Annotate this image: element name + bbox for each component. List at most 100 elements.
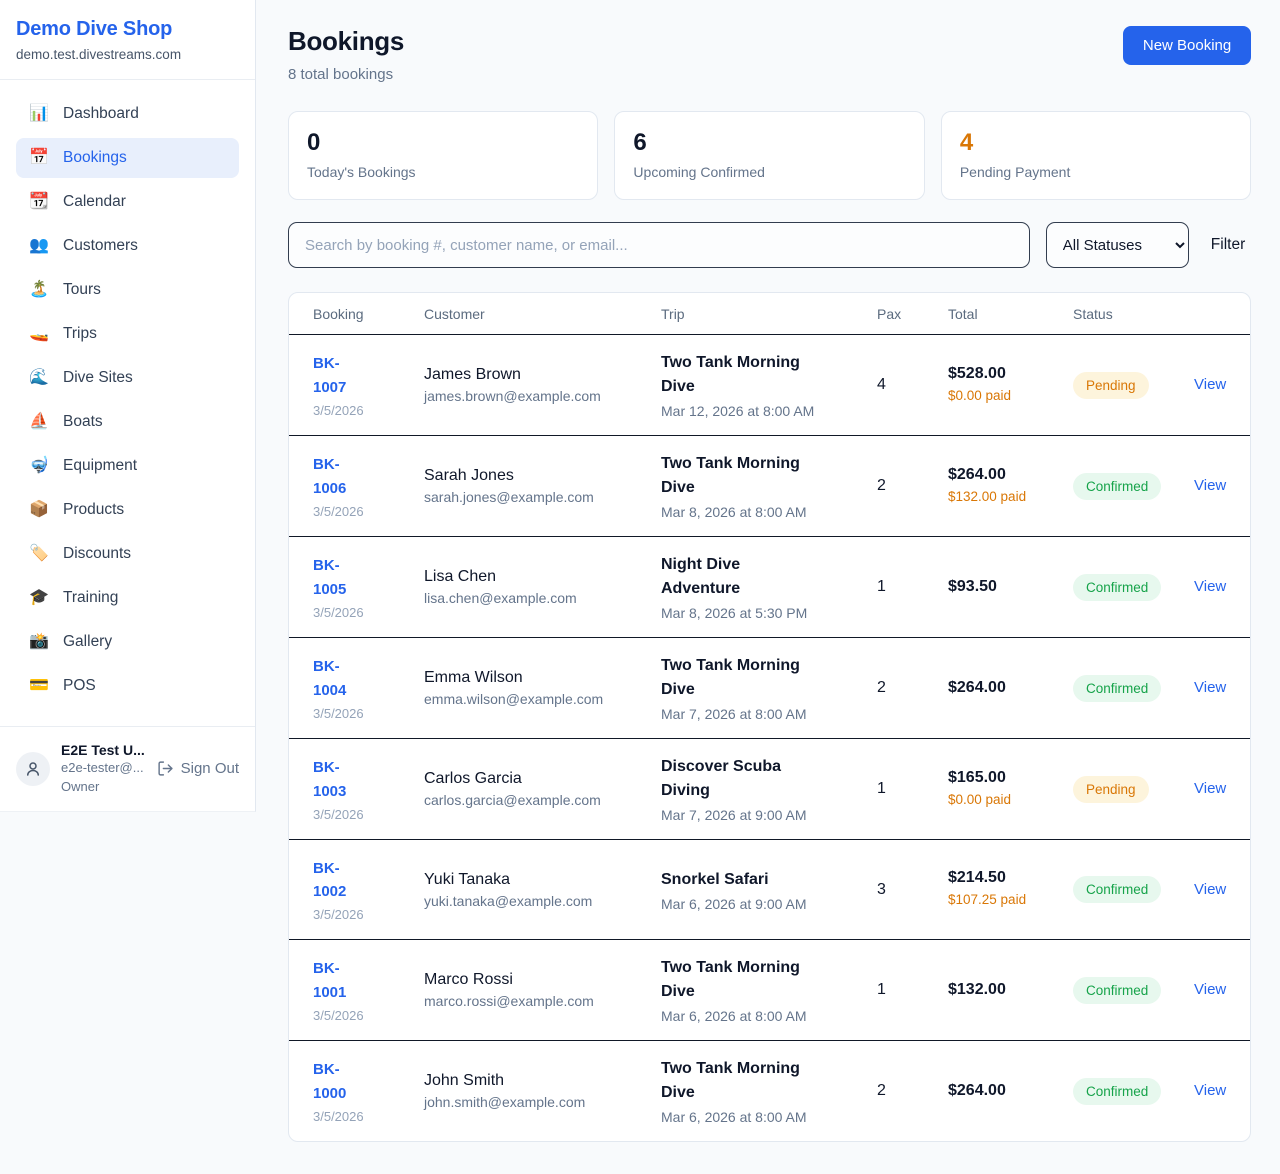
sidebar-item-equipment[interactable]: 🤿 Equipment [16, 446, 239, 486]
trip-name: Two Tank Morning Dive [661, 351, 821, 399]
tear-off-calendar-icon: 📆 [29, 194, 49, 210]
status-cell: Pending [1073, 776, 1194, 803]
status-cell: Confirmed [1073, 574, 1194, 601]
status-cell: Confirmed [1073, 876, 1194, 903]
total-cell: $264.00 $132.00 paid [948, 466, 1073, 507]
brand-domain: demo.test.divestreams.com [16, 47, 239, 62]
sidebar-item-discounts[interactable]: 🏷️ Discounts [16, 534, 239, 574]
customer-cell: John Smith john.smith@example.com [424, 1072, 661, 1110]
trip-name: Discover Scuba Diving [661, 755, 821, 803]
trip-name: Two Tank Morning Dive [661, 956, 821, 1004]
booking-id-link[interactable]: BK-1000 [313, 1058, 371, 1105]
booking-cell: BK-1005 3/5/2026 [313, 554, 424, 620]
table-header-row: Booking Customer Trip Pax Total Status [289, 293, 1250, 335]
pax-cell: 1 [877, 780, 948, 798]
status-badge: Pending [1073, 776, 1149, 803]
booking-date: 3/5/2026 [313, 1008, 424, 1023]
status-cell: Confirmed [1073, 1078, 1194, 1105]
booking-id-link[interactable]: BK-1004 [313, 655, 371, 702]
status-badge: Confirmed [1073, 574, 1161, 601]
sidebar-item-label: Calendar [63, 193, 126, 211]
sidebar-item-dive-sites[interactable]: 🌊 Dive Sites [16, 358, 239, 398]
stat-card: 4 Pending Payment [941, 111, 1251, 200]
view-link[interactable]: View [1194, 376, 1226, 393]
wave-icon: 🌊 [29, 370, 49, 386]
view-link[interactable]: View [1194, 981, 1226, 998]
booking-id-link[interactable]: BK-1005 [313, 554, 371, 601]
customer-name: Sarah Jones [424, 467, 661, 485]
booking-id-link[interactable]: BK-1007 [313, 352, 371, 399]
customer-name: Carlos Garcia [424, 770, 661, 788]
booking-date: 3/5/2026 [313, 1109, 424, 1124]
customer-name: James Brown [424, 366, 661, 384]
sidebar-item-trips[interactable]: 🚤 Trips [16, 314, 239, 354]
booking-id-link[interactable]: BK-1002 [313, 857, 371, 904]
table-row: BK-1006 3/5/2026 Sarah Jones sarah.jones… [289, 436, 1250, 537]
view-link[interactable]: View [1194, 679, 1226, 696]
status-badge: Confirmed [1073, 675, 1161, 702]
sidebar-item-products[interactable]: 📦 Products [16, 490, 239, 530]
view-link[interactable]: View [1194, 881, 1226, 898]
sidebar-item-training[interactable]: 🎓 Training [16, 578, 239, 618]
status-filter-select[interactable]: All Statuses [1046, 222, 1189, 268]
trip-datetime: Mar 6, 2026 at 9:00 AM [661, 896, 877, 912]
view-link[interactable]: View [1194, 780, 1226, 797]
stat-value: 0 [307, 129, 579, 157]
sidebar-item-dashboard[interactable]: 📊 Dashboard [16, 94, 239, 134]
customer-email: emma.wilson@example.com [424, 691, 661, 707]
pax-cell: 4 [877, 376, 948, 394]
booking-id-link[interactable]: BK-1006 [313, 453, 371, 500]
sidebar-item-tours[interactable]: 🏝️ Tours [16, 270, 239, 310]
booking-date: 3/5/2026 [313, 403, 424, 418]
trip-name: Two Tank Morning Dive [661, 654, 821, 702]
pax-cell: 2 [877, 1082, 948, 1100]
page-subtitle: 8 total bookings [288, 66, 404, 83]
logout-icon [157, 760, 174, 777]
total-cell: $132.00 [948, 981, 1073, 999]
sidebar-item-boats[interactable]: ⛵ Boats [16, 402, 239, 442]
sidebar: Demo Dive Shop demo.test.divestreams.com… [0, 0, 256, 812]
customer-cell: Carlos Garcia carlos.garcia@example.com [424, 770, 661, 808]
booking-id-link[interactable]: BK-1001 [313, 957, 371, 1004]
customer-cell: James Brown james.brown@example.com [424, 366, 661, 404]
sidebar-item-bookings[interactable]: 📅 Bookings [16, 138, 239, 178]
table-row: BK-1001 3/5/2026 Marco Rossi marco.rossi… [289, 940, 1250, 1041]
status-cell: Confirmed [1073, 675, 1194, 702]
app-root: Demo Dive Shop demo.test.divestreams.com… [0, 0, 1280, 1174]
sign-out-button[interactable]: Sign Out [157, 760, 239, 777]
trip-datetime: Mar 6, 2026 at 8:00 AM [661, 1109, 877, 1125]
booking-cell: BK-1007 3/5/2026 [313, 352, 424, 418]
trip-datetime: Mar 7, 2026 at 9:00 AM [661, 807, 877, 823]
status-badge: Confirmed [1073, 977, 1161, 1004]
trip-cell: Two Tank Morning Dive Mar 7, 2026 at 8:0… [661, 654, 877, 722]
trip-cell: Night Dive Adventure Mar 8, 2026 at 5:30… [661, 553, 877, 621]
customer-cell: Marco Rossi marco.rossi@example.com [424, 971, 661, 1009]
sidebar-item-calendar[interactable]: 📆 Calendar [16, 182, 239, 222]
sidebar-item-gallery[interactable]: 📸 Gallery [16, 622, 239, 662]
customer-name: Emma Wilson [424, 669, 661, 687]
column-header-pax: Pax [877, 306, 948, 322]
sidebar-item-pos[interactable]: 💳 POS [16, 666, 239, 706]
filter-row: All Statuses Filter [288, 222, 1251, 268]
user-name: E2E Test U... [61, 742, 145, 758]
people-icon: 👥 [29, 238, 49, 254]
booking-id-link[interactable]: BK-1003 [313, 756, 371, 803]
trip-datetime: Mar 7, 2026 at 8:00 AM [661, 706, 877, 722]
sidebar-item-customers[interactable]: 👥 Customers [16, 226, 239, 266]
stat-label: Pending Payment [960, 164, 1232, 180]
booking-date: 3/5/2026 [313, 605, 424, 620]
actions-cell: View [1194, 376, 1226, 394]
package-icon: 📦 [29, 502, 49, 518]
avatar [16, 752, 50, 786]
search-input[interactable] [288, 222, 1030, 268]
sidebar-item-label: Bookings [63, 149, 127, 167]
new-booking-button[interactable]: New Booking [1123, 26, 1251, 65]
view-link[interactable]: View [1194, 477, 1226, 494]
total-cell: $264.00 [948, 1082, 1073, 1100]
view-link[interactable]: View [1194, 578, 1226, 595]
view-link[interactable]: View [1194, 1082, 1226, 1099]
bar-chart-icon: 📊 [29, 106, 49, 122]
trip-cell: Snorkel Safari Mar 6, 2026 at 9:00 AM [661, 868, 877, 912]
filter-button[interactable]: Filter [1205, 232, 1251, 258]
table-row: BK-1005 3/5/2026 Lisa Chen lisa.chen@exa… [289, 537, 1250, 638]
